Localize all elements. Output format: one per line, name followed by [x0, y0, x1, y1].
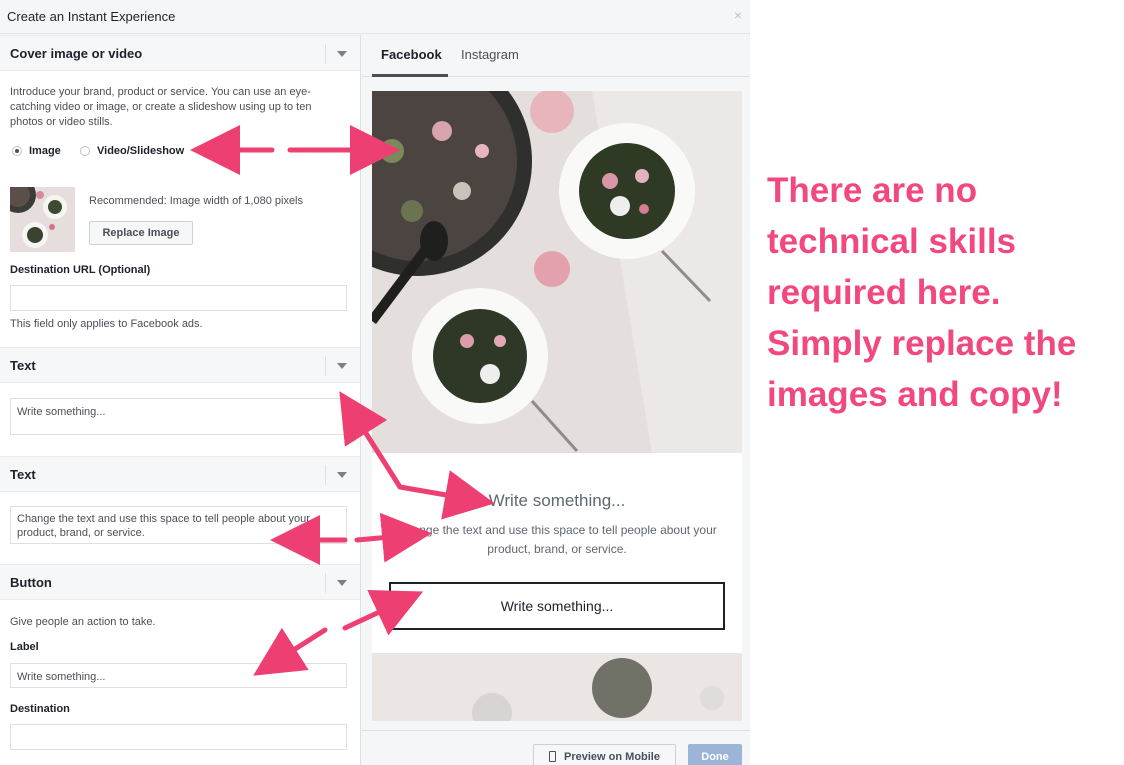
- annotation-line: technical skills: [767, 222, 1017, 261]
- button-destination-input[interactable]: [10, 724, 347, 750]
- image-radio-label[interactable]: Image: [29, 145, 61, 157]
- second-cover-image: [372, 653, 742, 721]
- screenshot-stage: Create an Instant Experience × Cover ima…: [0, 0, 1124, 765]
- replace-image-button[interactable]: Replace Image: [89, 221, 193, 245]
- image-radio[interactable]: [12, 146, 22, 156]
- annotation-line: required here.: [767, 273, 1001, 312]
- button-destination-label: Destination: [10, 703, 70, 715]
- cover-section-title: Cover image or video: [10, 46, 143, 61]
- active-tab-indicator: [372, 74, 448, 77]
- preview-on-mobile-button[interactable]: Preview on Mobile: [533, 744, 676, 765]
- cover-intro: Introduce your brand, product or service…: [10, 86, 312, 128]
- button-section-title: Button: [10, 575, 52, 590]
- chevron-down-icon[interactable]: [337, 580, 347, 586]
- chevron-down-icon[interactable]: [337, 363, 347, 369]
- preview-body-text: Change the text and use this space to te…: [397, 523, 717, 556]
- button-section-header[interactable]: Button: [0, 564, 360, 600]
- text-section-header[interactable]: Text: [0, 347, 360, 383]
- button-intro: Give people an action to take.: [10, 616, 156, 628]
- destination-url-label: Destination URL (Optional): [10, 264, 151, 276]
- body-textarea[interactable]: Change the text and use this space to te…: [10, 506, 347, 544]
- close-icon[interactable]: ×: [734, 7, 742, 23]
- annotation-line: There are no: [767, 171, 978, 210]
- preview-headline: Write something...: [488, 491, 626, 510]
- preview-on-mobile-label: Preview on Mobile: [564, 751, 660, 763]
- video-slideshow-radio-label[interactable]: Video/Slideshow: [97, 145, 184, 157]
- annotation-line: images and copy!: [767, 375, 1063, 414]
- cover-thumbnail: [10, 187, 75, 252]
- header-divider: [325, 44, 326, 64]
- header-divider: [325, 356, 326, 376]
- dialog-footer: Preview on Mobile Done: [362, 730, 750, 765]
- destination-url-input[interactable]: [10, 285, 347, 311]
- tab-instagram[interactable]: Instagram: [461, 47, 519, 62]
- destination-note: This field only applies to Facebook ads.: [10, 318, 203, 330]
- headline-textarea[interactable]: Write something...: [10, 398, 347, 435]
- text-section-header[interactable]: Text: [0, 456, 360, 492]
- mobile-preview: Write something... Change the text and u…: [372, 91, 742, 721]
- recommended-size: Recommended: Image width of 1,080 pixels: [89, 195, 304, 207]
- dialog-title: Create an Instant Experience: [7, 9, 176, 24]
- dialog-header: Create an Instant Experience ×: [0, 0, 750, 34]
- button-label-input[interactable]: Write something...: [10, 663, 347, 688]
- annotation-text: There are no technical skills required h…: [767, 165, 1117, 420]
- text-section-title: Text: [10, 358, 36, 373]
- phone-icon: [549, 751, 557, 762]
- header-divider: [325, 573, 326, 593]
- tab-facebook[interactable]: Facebook: [381, 47, 442, 62]
- video-slideshow-radio[interactable]: [80, 146, 90, 156]
- text-section-title: Text: [10, 467, 36, 482]
- preview-tabs: Facebook Instagram: [362, 35, 750, 77]
- preview-panel: Facebook Instagram Write something... Ch…: [362, 35, 750, 730]
- cover-image: [372, 91, 742, 453]
- cover-section-header[interactable]: Cover image or video: [0, 35, 360, 71]
- done-button[interactable]: Done: [688, 744, 742, 765]
- annotation-line: Simply replace the: [767, 324, 1077, 363]
- button-label-label: Label: [10, 641, 39, 653]
- settings-panel: Cover image or video Introduce your bran…: [0, 35, 361, 765]
- header-divider: [325, 465, 326, 485]
- instant-experience-dialog: Create an Instant Experience × Cover ima…: [0, 0, 750, 765]
- chevron-down-icon[interactable]: [337, 472, 347, 478]
- preview-cta-button[interactable]: Write something...: [389, 582, 725, 630]
- chevron-down-icon[interactable]: [337, 51, 347, 57]
